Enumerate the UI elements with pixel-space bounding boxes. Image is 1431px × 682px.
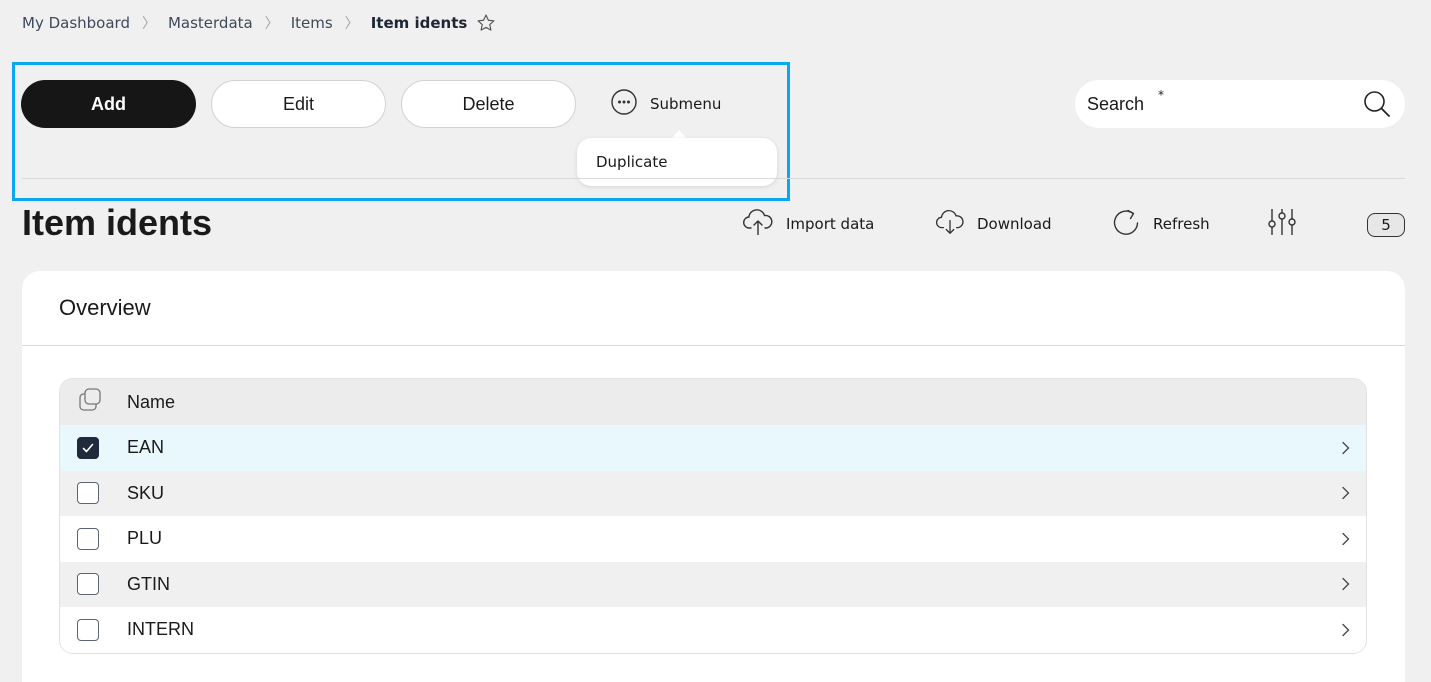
breadcrumb-item-masterdata[interactable]: Masterdata xyxy=(168,14,253,32)
row-checkbox[interactable] xyxy=(77,436,99,459)
cloud-download-icon xyxy=(935,207,965,241)
row-checkbox[interactable] xyxy=(77,482,99,505)
import-data-label: Import data xyxy=(786,215,875,233)
download-label: Download xyxy=(977,215,1052,233)
column-header-name[interactable]: Name xyxy=(127,392,1366,413)
table-header: Name xyxy=(60,379,1366,425)
search-icon[interactable] xyxy=(1361,88,1393,120)
cloud-upload-icon xyxy=(742,207,774,241)
check-icon xyxy=(82,443,94,453)
required-marker: * xyxy=(1158,88,1164,102)
chevron-right-icon[interactable] xyxy=(1326,532,1366,546)
edit-button[interactable]: Edit xyxy=(211,80,386,128)
breadcrumb-separator: 〉 xyxy=(264,16,279,32)
search-box: * xyxy=(1075,80,1405,128)
card-title: Overview xyxy=(59,295,151,320)
search-input[interactable] xyxy=(1087,93,1361,115)
breadcrumb: My Dashboard 〉 Masterdata 〉 Items 〉 Item… xyxy=(22,12,496,34)
page-title: Item idents xyxy=(22,202,213,243)
select-all-cell xyxy=(60,387,127,417)
items-table: Name EAN SKU PLU GTIN INTERN xyxy=(59,378,1367,654)
row-name: GTIN xyxy=(127,573,170,594)
count-badge: 5 xyxy=(1367,213,1405,237)
table-row[interactable]: SKU xyxy=(60,470,1366,516)
table-row[interactable]: PLU xyxy=(60,516,1366,562)
row-checkbox[interactable] xyxy=(77,573,99,596)
copy-icon[interactable] xyxy=(77,387,103,417)
add-button[interactable]: Add xyxy=(21,80,196,128)
ellipsis-circle-icon xyxy=(610,88,638,120)
toolbar-divider xyxy=(22,178,1405,179)
breadcrumb-item-items[interactable]: Items xyxy=(291,14,333,32)
overview-card: Overview Name EAN SKU PLU GTIN INTERN xyxy=(22,271,1405,682)
breadcrumb-separator: 〉 xyxy=(344,16,359,32)
delete-button[interactable]: Delete xyxy=(401,80,576,128)
row-name: PLU xyxy=(127,528,163,549)
chevron-right-icon[interactable] xyxy=(1326,486,1366,500)
submenu-label: Submenu xyxy=(650,95,722,113)
row-checkbox[interactable] xyxy=(77,618,99,641)
table-row[interactable]: GTIN xyxy=(60,561,1366,607)
chevron-right-icon[interactable] xyxy=(1326,577,1366,591)
download-button[interactable]: Download xyxy=(935,208,1052,240)
import-data-button[interactable]: Import data xyxy=(742,208,874,240)
star-icon[interactable] xyxy=(476,13,496,33)
refresh-icon xyxy=(1111,206,1141,242)
breadcrumb-item-dashboard[interactable]: My Dashboard xyxy=(22,14,130,32)
row-checkbox[interactable] xyxy=(77,527,99,550)
card-divider xyxy=(22,345,1405,346)
refresh-label: Refresh xyxy=(1153,215,1210,233)
sliders-icon xyxy=(1266,206,1298,242)
submenu-button[interactable]: Submenu xyxy=(610,88,722,120)
breadcrumb-current: Item idents xyxy=(370,14,468,32)
table-row[interactable]: INTERN xyxy=(60,607,1366,653)
chevron-right-icon[interactable] xyxy=(1326,441,1366,455)
chevron-right-icon[interactable] xyxy=(1326,623,1366,637)
row-name: EAN xyxy=(127,437,165,458)
refresh-button[interactable]: Refresh xyxy=(1111,208,1210,240)
column-settings-button[interactable] xyxy=(1266,208,1298,240)
row-name: SKU xyxy=(127,482,165,503)
row-name: INTERN xyxy=(127,619,194,640)
breadcrumb-separator: 〉 xyxy=(141,16,156,32)
table-row[interactable]: EAN xyxy=(60,425,1366,471)
